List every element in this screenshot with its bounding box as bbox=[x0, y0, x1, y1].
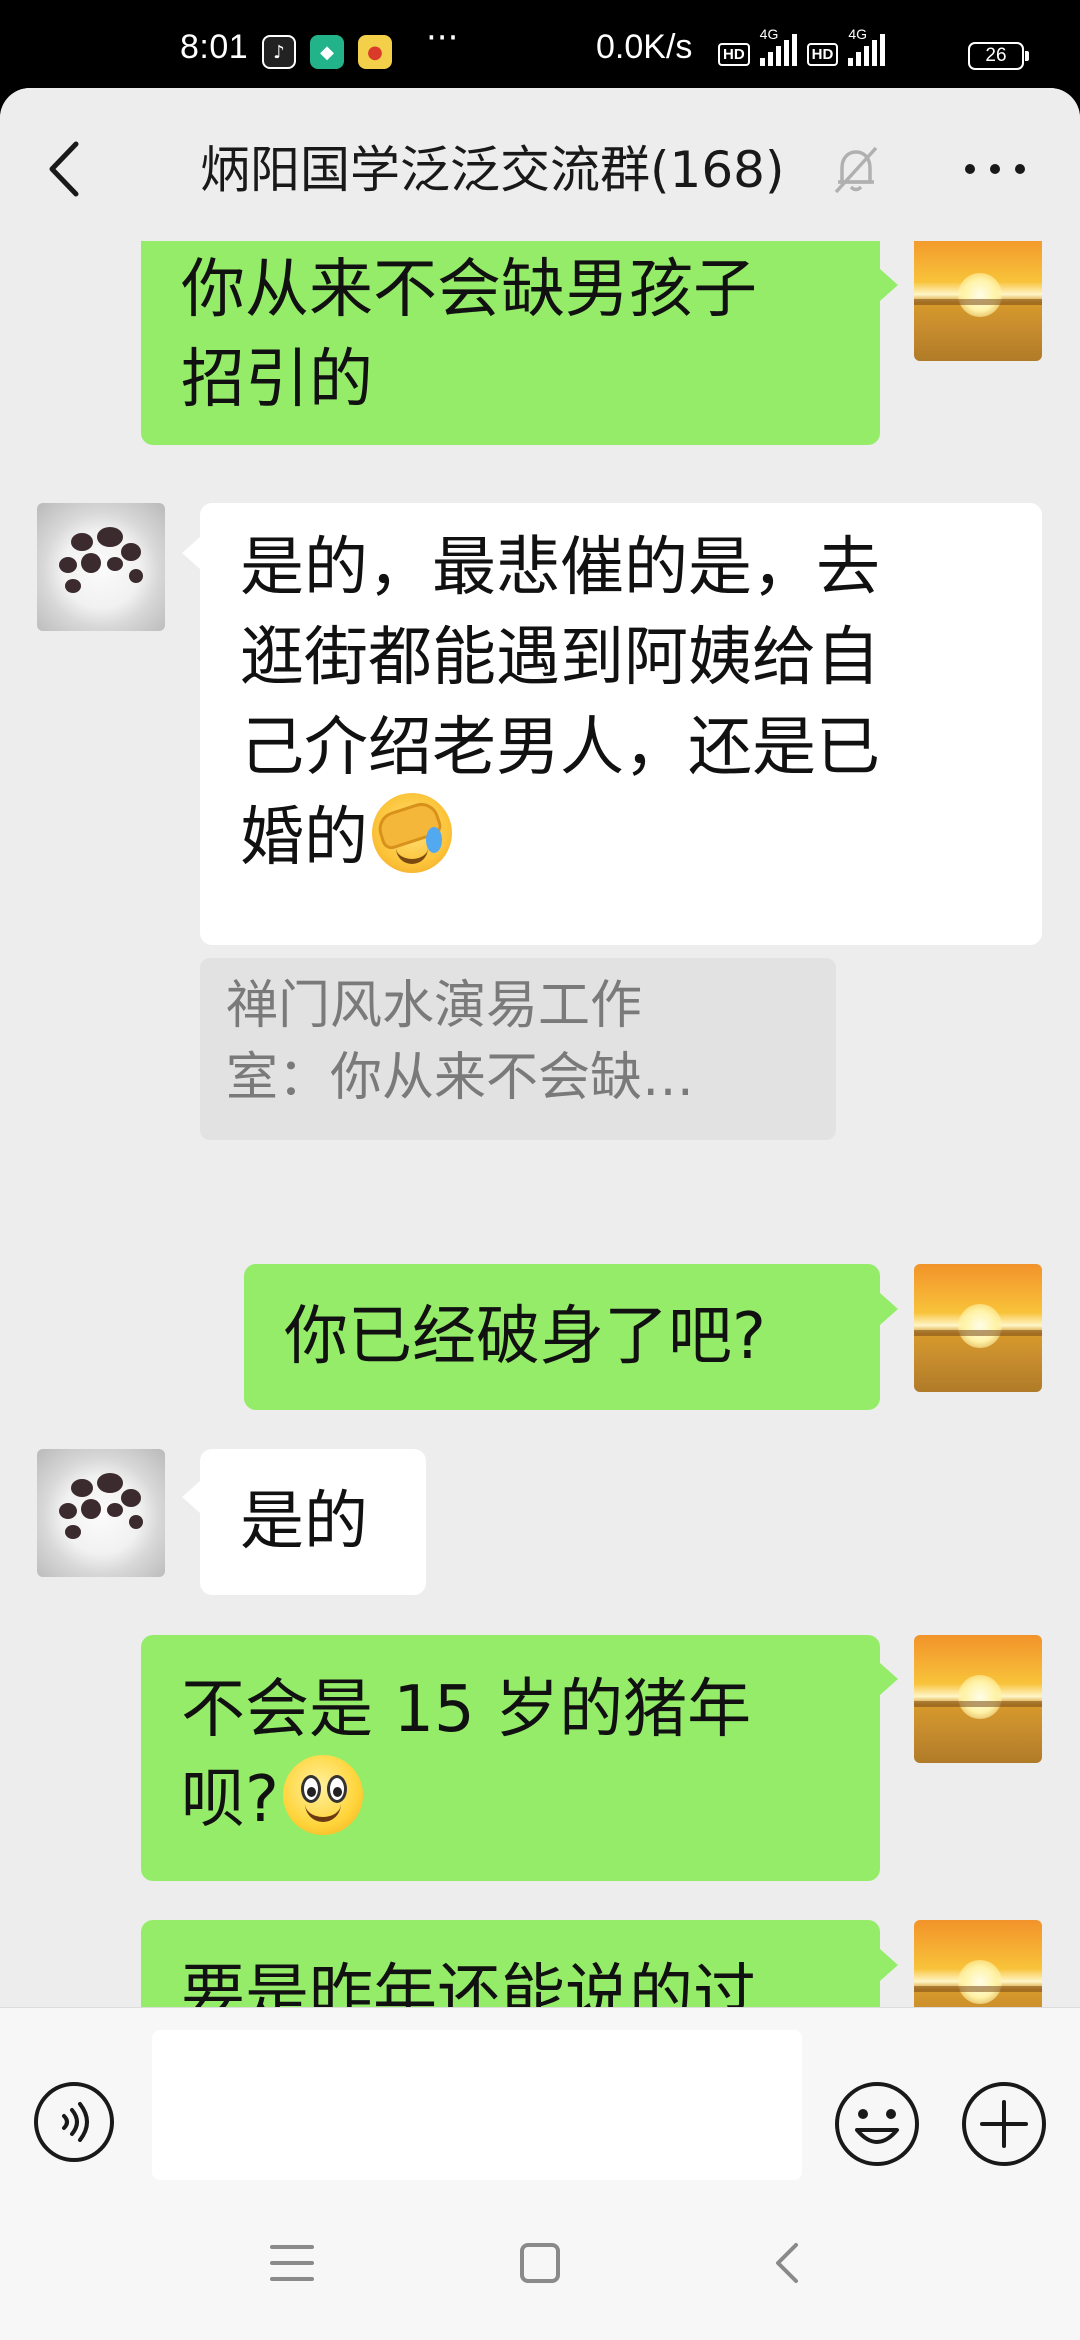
message-text: 是的，最悲催的是，去 bbox=[240, 531, 880, 605]
voice-icon[interactable] bbox=[32, 2080, 116, 2164]
net-type-label: 4G bbox=[759, 26, 779, 42]
menu-icon[interactable] bbox=[252, 2223, 332, 2303]
signal-indicators: HD 4G HD 4G bbox=[718, 26, 886, 66]
message-text: 己介绍老男人，还是已 bbox=[240, 711, 880, 785]
message-text: 呗? bbox=[181, 1763, 279, 1837]
smile-emoji bbox=[282, 1755, 363, 1835]
quote-text: 室：你从来不会缺… bbox=[226, 1048, 695, 1108]
notification-icons: ♪ ◆ ● bbox=[262, 35, 392, 69]
more-dots-icon[interactable] bbox=[960, 144, 1030, 194]
message-bubble[interactable]: 要是昨年还能说的过 去嘛 bbox=[141, 1920, 880, 2007]
quote-text: 禅门风水演易工作 bbox=[226, 976, 643, 1036]
shield-icon: ◆ bbox=[310, 35, 344, 69]
hd-badge: HD bbox=[718, 43, 750, 66]
my-avatar[interactable] bbox=[914, 1920, 1042, 2007]
message-bubble[interactable]: 你已经破身了吧? bbox=[244, 1264, 880, 1410]
contact-avatar[interactable] bbox=[37, 503, 165, 631]
input-bar bbox=[0, 2007, 1080, 2188]
message-text: 招引的 bbox=[181, 343, 373, 417]
chevron-left-icon[interactable] bbox=[40, 134, 90, 204]
back-arrow-icon[interactable] bbox=[748, 2223, 828, 2303]
my-avatar[interactable] bbox=[914, 241, 1042, 361]
message-bubble[interactable]: 不会是 15 岁的猪年 呗? bbox=[141, 1635, 880, 1881]
status-time: 8:01 bbox=[180, 28, 249, 66]
message-text: 要是昨年还能说的过 bbox=[181, 1958, 757, 2007]
signal-icon: 4G bbox=[848, 26, 886, 66]
facepalm-crying-emoji bbox=[372, 793, 452, 873]
chat-header: 炳阳国学泛泛交流群(168) bbox=[0, 88, 1080, 241]
message-text: 不会是 15 岁的猪年 bbox=[181, 1673, 752, 1747]
emoji-icon[interactable] bbox=[833, 2080, 921, 2168]
message-text: 逛街都能遇到阿姨给自 bbox=[240, 621, 880, 695]
home-square-icon[interactable] bbox=[500, 2223, 580, 2303]
signal-icon: 4G bbox=[759, 26, 797, 66]
plus-icon[interactable] bbox=[960, 2080, 1048, 2168]
network-speed: 0.0K/s bbox=[596, 28, 693, 66]
message-list[interactable]: 你从来不会缺男孩子 招引的 是的，最悲催的是，去 逛街都能遇到阿姨给自 己介绍老… bbox=[0, 241, 1080, 2007]
message-input[interactable] bbox=[152, 2030, 802, 2180]
battery-icon: 26 bbox=[968, 42, 1029, 70]
contact-avatar[interactable] bbox=[37, 1449, 165, 1577]
chat-window: 炳阳国学泛泛交流群(168) 你从来不会缺男孩子 招引的 是的，最悲催的是，去 … bbox=[0, 88, 1080, 2340]
bell-off-icon bbox=[834, 146, 878, 194]
hd-badge: HD bbox=[806, 43, 839, 66]
net-type-label: 4G bbox=[848, 26, 868, 42]
my-avatar[interactable] bbox=[914, 1264, 1042, 1392]
message-bubble[interactable]: 是的，最悲催的是，去 逛街都能遇到阿姨给自 己介绍老男人，还是已 婚的 bbox=[200, 503, 1042, 945]
chat-title[interactable]: 炳阳国学泛泛交流群(168) bbox=[200, 130, 784, 202]
my-avatar[interactable] bbox=[914, 1635, 1042, 1763]
status-bar: 8:01 ♪ ◆ ● ··· 0.0K/s HD 4G HD 4G 26 bbox=[0, 0, 1080, 88]
weibo-icon: ● bbox=[358, 35, 392, 69]
message-text: 是的 bbox=[240, 1485, 368, 1559]
more-notifications-icon: ··· bbox=[426, 18, 459, 58]
message-text: 你已经破身了吧? bbox=[284, 1300, 766, 1374]
tiktok-icon: ♪ bbox=[262, 35, 296, 69]
message-bubble[interactable]: 你从来不会缺男孩子 招引的 bbox=[141, 241, 880, 445]
quoted-message[interactable]: 禅门风水演易工作 室：你从来不会缺… bbox=[200, 958, 836, 1140]
message-bubble[interactable]: 是的 bbox=[200, 1449, 426, 1595]
message-text: 你从来不会缺男孩子 bbox=[181, 253, 757, 327]
message-text: 婚的 bbox=[240, 801, 368, 875]
system-nav-bar bbox=[0, 2187, 1080, 2340]
